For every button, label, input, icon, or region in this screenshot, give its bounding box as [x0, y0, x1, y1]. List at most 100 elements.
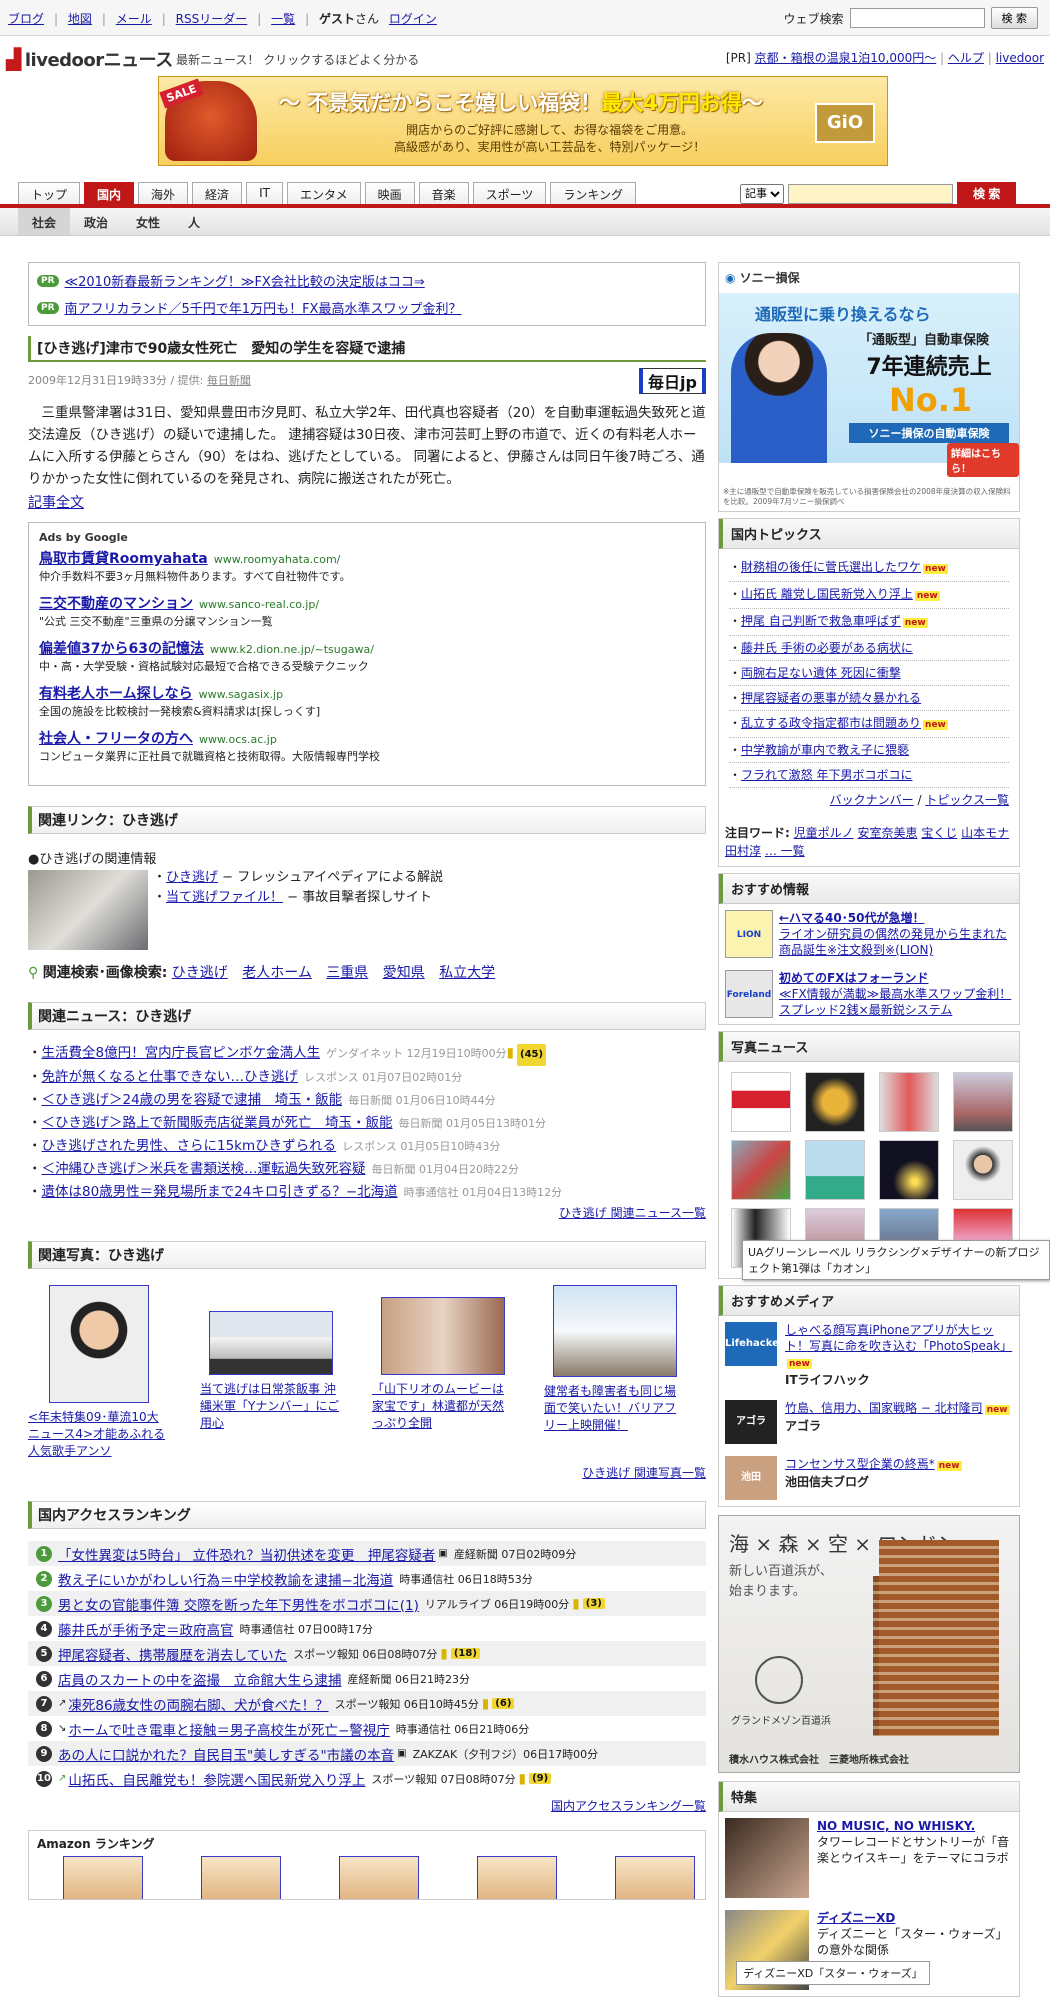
- trend-up-icon: ↗: [58, 1698, 67, 1709]
- photo-item[interactable]: <年末特集09･華流10大ニュース4>才能あふれる人気歌手アンソ: [28, 1285, 170, 1460]
- tab-top[interactable]: トップ: [18, 182, 81, 204]
- keyword-link[interactable]: ひき逃げ: [172, 965, 228, 981]
- tab-world[interactable]: 海外: [138, 182, 189, 204]
- topics-list-link[interactable]: トピックス一覧: [925, 793, 1009, 807]
- top-link-rss[interactable]: RSSリーダー: [176, 12, 248, 26]
- photo-thumb[interactable]: [731, 1140, 791, 1200]
- accident-scene-image[interactable]: [28, 870, 148, 950]
- keyword-link[interactable]: 老人ホーム: [242, 965, 312, 981]
- backnumber-link[interactable]: バックナンバー: [830, 793, 914, 807]
- media-item[interactable]: 池田 コンセンサス型企業の終焉* new 池田信夫ブログ: [719, 1450, 1019, 1506]
- photo-item[interactable]: 当て逃げは日常茶飯事 沖縄米軍「Yナンバー」にご用心: [200, 1285, 342, 1460]
- ad-item[interactable]: 社会人・フリータの方へ www.ocs.ac.jp コンピュータ業界に正社員で就職資…: [39, 728, 695, 764]
- google-ads: Ads by Google 鳥取市賃貸Roomyahata www.roomyah…: [28, 522, 706, 786]
- subtab-women[interactable]: 女性: [122, 208, 174, 235]
- banner-ad[interactable]: SALE 〜 不景気だからこそ嬉しい福袋！最大4万円お得〜 開店からのご好評に感…: [158, 76, 888, 166]
- comment-icon: ▮: [481, 1695, 490, 1712]
- related-news-section: 関連ニュース：ひき逃げ ・生活費全8億円！宮内庁長官ピンボケ金満人生 ゲンダイネッ…: [28, 1002, 706, 1221]
- banner-subtext: 開店からのご好評に感謝して、お得な福袋をご用意。 高級感があり、実用性が高い工芸品…: [394, 123, 706, 154]
- photo-thumb[interactable]: [731, 1072, 791, 1132]
- ad-item[interactable]: 有料老人ホーム探しなら www.sagasix.jp 全国の施設を比較検討一発検索&…: [39, 683, 695, 719]
- ranking-section: 国内アクセスランキング 1 「女性異変は5時台」 立件恐れ？当初供述を変更 押尾容…: [28, 1501, 706, 1814]
- article-search-input[interactable]: [788, 183, 953, 204]
- subtab-people[interactable]: 人: [174, 208, 214, 235]
- pr-link-1[interactable]: ≪2010新春最新ランキング！≫FX会社比較の決定版はココ⇒: [65, 271, 425, 290]
- tab-economy[interactable]: 経済: [192, 182, 243, 204]
- comment-icon: ▮: [440, 1645, 448, 1662]
- top-link-blog[interactable]: ブログ: [8, 12, 44, 26]
- web-search-button[interactable]: 検 索: [990, 7, 1038, 29]
- top-link-mail[interactable]: メール: [116, 12, 152, 26]
- book-cover[interactable]: [615, 1856, 695, 1899]
- subtab-society[interactable]: 社会: [18, 208, 71, 235]
- tab-sports[interactable]: スポーツ: [472, 182, 547, 204]
- photo-thumb[interactable]: [879, 1140, 939, 1200]
- main-column: PR ≪2010新春最新ランキング！≫FX会社比較の決定版はココ⇒ PR 南アフリカ…: [28, 262, 706, 1900]
- provider-link[interactable]: 毎日新聞: [207, 374, 251, 387]
- photo-thumb[interactable]: [879, 1072, 939, 1132]
- book-cover[interactable]: [63, 1856, 143, 1899]
- web-search-input[interactable]: [849, 8, 985, 28]
- ranking-row: 10 ↗ 山拓氏、自民離党も！参院選へ国民新党入り浮上 スポーツ報知 07日08時07…: [28, 1766, 706, 1791]
- ranking-row: 8 ↘ ホームで吐き電車と接触＝男子高校生が死亡−警視庁 時事通信社 06日21時06…: [28, 1716, 706, 1741]
- keyword-link[interactable]: 愛知県: [383, 965, 425, 981]
- ranking-row: 7 ↗ 凍死86歳女性の両腕右脚、犬が食べた！？ スポーツ報知 06日10時45分 ▮(…: [28, 1691, 706, 1716]
- keyword-link[interactable]: 私立大学: [439, 965, 495, 981]
- book-cover[interactable]: [201, 1856, 281, 1899]
- pr-link-2[interactable]: 南アフリカランド／5千円で年1万円も！FX最高水準スワップ金利？: [65, 298, 462, 317]
- pr-onsen-link[interactable]: 京都・箱根の温泉1泊10,000円〜: [755, 51, 937, 65]
- tab-movie[interactable]: 映画: [364, 182, 415, 204]
- real-estate-ad[interactable]: 海 × 森 × 空 × ロンドン 新しい百道浜が、 始まります。 グランドメゾン百…: [718, 1515, 1020, 1773]
- feature-item[interactable]: NO MUSIC, NO WHISKY. タワーレコードとサントリーが「音楽とウイ…: [719, 1812, 1019, 1904]
- photo-thumb[interactable]: [953, 1072, 1013, 1132]
- photo-item[interactable]: 「山下リオのムービーは家宝です」林遣都が天然っぷり全開: [372, 1285, 514, 1460]
- photo-thumb[interactable]: [805, 1072, 865, 1132]
- ranking-row: 4 藤井氏が手術予定＝政府高官 時事通信社 07日00時17分: [28, 1616, 706, 1641]
- ranking-row: 2 教え子にいかがわしい行為＝中学校教諭を逮捕−北海道 時事通信社 06日18時53…: [28, 1566, 706, 1591]
- related-links-section: 関連リンク：ひき逃げ ●ひき逃げの関連情報 ・ひき逃げ − フレッシュアイペディ…: [28, 806, 706, 982]
- related-news-more-link[interactable]: ひき逃げ 関連ニュース一覧: [559, 1206, 706, 1220]
- recommend-box: おすすめ情報 LION ←ハマる40･50代が急増！ ライオン研究員の偶然の発見から…: [718, 873, 1020, 1025]
- wiki-link[interactable]: ひき逃げ: [166, 870, 218, 885]
- tab-ranking[interactable]: ランキング: [550, 182, 637, 204]
- tab-entertainment[interactable]: エンタメ: [286, 182, 361, 204]
- subtab-politics[interactable]: 政治: [70, 208, 122, 235]
- search-type-select[interactable]: 記事: [740, 183, 784, 204]
- photo-thumb[interactable]: [953, 1140, 1013, 1200]
- sony-detail-button[interactable]: 詳細はこちら！: [947, 443, 1019, 477]
- compass-logo-icon: [755, 1656, 803, 1704]
- tab-music[interactable]: 音楽: [418, 182, 469, 204]
- topics-heading: 国内トピックス: [719, 519, 1019, 549]
- book-cover[interactable]: [477, 1856, 557, 1899]
- mainichi-logo[interactable]: 毎日jp: [639, 368, 706, 394]
- help-link[interactable]: ヘルプ: [948, 51, 984, 65]
- ad-item[interactable]: 三交不動産のマンション www.sanco-real.co.jp/"公式 三交不動…: [39, 593, 695, 629]
- ad-item[interactable]: 偏差値37から63の記憶法 www.k2.dion.ne.jp/~tsugawa/…: [39, 638, 695, 674]
- recommend-item[interactable]: Foreland 初めてのFXはフォーランド ≪FX情報が満載≫最高水準スワップ金利…: [719, 964, 1019, 1024]
- ad-item[interactable]: 鳥取市賃貸Roomyahata www.roomyahata.com/仲介手数料不…: [39, 548, 695, 584]
- recommend-item[interactable]: LION ←ハマる40･50代が急増！ ライオン研究員の偶然の発見から生まれた商品誕…: [719, 904, 1019, 964]
- ateniga-link[interactable]: 当て逃げファイル！: [166, 890, 283, 905]
- comment-icon: ▮: [506, 1045, 515, 1061]
- photo-item[interactable]: 健常者も障害者も同じ場面で笑いたい！バリアフリー上映開催！: [544, 1285, 686, 1460]
- media-item[interactable]: Lifehacker しゃべる顔写真iPhoneアプリが大ヒット！写真に命を吹き込…: [719, 1316, 1019, 1394]
- banner-headline: 〜 不景気だからこそ嬉しい福袋！最大4万円お得〜: [279, 91, 763, 115]
- list-item: ・＜沖縄ひき逃げ＞米兵を書類送検…運転過失致死容疑 毎日新聞 01月04日20時2…: [28, 1161, 519, 1177]
- book-cover[interactable]: [339, 1856, 419, 1899]
- ranking-row: 3 男と女の官能事件簿 交際を断った年下男性をボコボコに(1) リアルライブ 06日…: [28, 1591, 706, 1616]
- top-link-map[interactable]: 地図: [68, 12, 92, 26]
- full-article-link[interactable]: 記事全文: [28, 495, 84, 511]
- media-item[interactable]: アゴラ 竹島、信用力、国家戦略 − 北村隆司 new アゴラ: [719, 1394, 1019, 1450]
- livedoor-link[interactable]: livedoor: [996, 51, 1044, 65]
- top-link-list[interactable]: 一覧: [271, 12, 295, 26]
- keyword-link[interactable]: 三重県: [326, 965, 368, 981]
- sony-insurance-ad[interactable]: ◉ ソニー損保 通販型に乗り換えるなら 「通販型」自動車保険 7年連続売上 No…: [718, 262, 1020, 512]
- tab-it[interactable]: IT: [246, 182, 283, 204]
- photo-thumb[interactable]: [805, 1140, 865, 1200]
- article-search-button[interactable]: 検 索: [957, 182, 1017, 205]
- tab-domestic[interactable]: 国内: [84, 182, 135, 204]
- login-link[interactable]: ログイン: [389, 12, 437, 26]
- related-photos-more-link[interactable]: ひき逃げ 関連写真一覧: [582, 1466, 706, 1480]
- site-logo[interactable]: ▟ livedoorニュース: [6, 46, 173, 72]
- ranking-more-link[interactable]: 国内アクセスランキング一覧: [551, 1799, 706, 1813]
